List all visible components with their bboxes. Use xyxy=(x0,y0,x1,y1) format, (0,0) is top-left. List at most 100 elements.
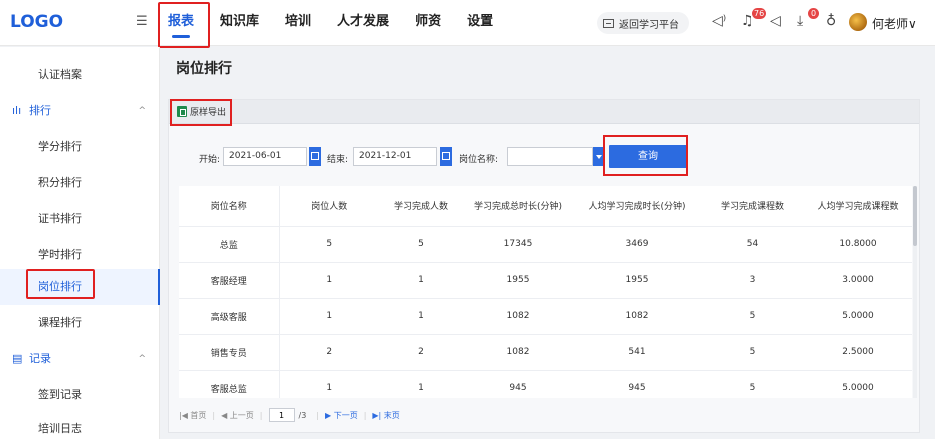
table-cell: 3469 xyxy=(573,226,701,263)
table-cell: 1 xyxy=(279,370,379,398)
download-icon[interactable]: ⤓ xyxy=(797,13,803,29)
table-cell: 2.5000 xyxy=(804,334,912,371)
sidebar-item-certificate-rank[interactable]: 证书排行 xyxy=(0,201,160,237)
table-cell: 10.8000 xyxy=(804,226,912,263)
table-cell: 5 xyxy=(701,370,804,398)
return-platform-button[interactable]: 返回学习平台 xyxy=(597,12,689,34)
table-cell: 5.0000 xyxy=(804,370,912,398)
column-header: 学习完成总时长(分钟) xyxy=(463,186,573,227)
toolbar: 原样导出 xyxy=(169,100,919,124)
table-row[interactable]: 销售专员 2 2 1082 541 5 2.5000 xyxy=(179,334,912,371)
sidebar: 认证档案 ılı 排行 ^ 学分排行 积分排行 证书排行 学时排行 岗位排行 课程… xyxy=(0,47,160,439)
sidebar-group-rank-label: 排行 xyxy=(29,104,51,117)
column-header: 岗位名称 xyxy=(179,186,280,227)
page-total: /3 xyxy=(298,410,307,420)
table-cell: 945 xyxy=(463,370,573,398)
sidebar-item-certification[interactable]: 认证档案 xyxy=(0,57,160,93)
table-cell: 1 xyxy=(379,298,463,335)
sidebar-item-hours-rank[interactable]: 学时排行 xyxy=(0,237,160,273)
pagination: |◀ 首页 | ◀ 上一页 | /3 | ▶ 下一页 | ▶| 末页 xyxy=(179,407,406,423)
table-cell: 高级客服 xyxy=(179,298,280,335)
pager-separator: | xyxy=(259,410,263,420)
table-cell: 54 xyxy=(701,226,804,263)
table-cell: 5 xyxy=(379,226,463,263)
column-header: 人均学习完成课程数 xyxy=(804,186,912,227)
avatar[interactable] xyxy=(849,13,867,31)
user-menu[interactable]: 何老师∨ xyxy=(872,15,917,32)
headset-icon[interactable]: ♁ xyxy=(826,13,836,29)
sidebar-item-course-rank[interactable]: 课程排行 xyxy=(0,305,160,341)
table-header-row: 岗位名称 岗位人数 学习完成人数 学习完成总时长(分钟) 人均学习完成时长(分钟… xyxy=(179,186,912,227)
nav-report[interactable]: 报表 xyxy=(168,0,194,46)
nav-teachers[interactable]: 师资 xyxy=(415,0,441,46)
prev-page-button[interactable]: ◀ 上一页 xyxy=(221,410,254,421)
sidebar-group-rank[interactable]: ılı 排行 ^ xyxy=(0,93,160,129)
page-title: 岗位排行 xyxy=(176,61,232,77)
sidebar-item-position-rank[interactable]: 岗位排行 xyxy=(0,269,160,305)
nav-talent[interactable]: 人才发展 xyxy=(337,0,389,46)
excel-icon xyxy=(177,106,187,117)
bar-chart-icon: ılı xyxy=(12,104,22,117)
nav-knowledge[interactable]: 知识库 xyxy=(220,0,259,46)
table-cell: 5 xyxy=(279,226,379,263)
column-header: 学习完成课程数 xyxy=(701,186,804,227)
table-cell: 总监 xyxy=(179,226,280,263)
report-panel: 原样导出 开始: 2021-06-01 结束: 2021-12-01 岗位名称:… xyxy=(168,99,920,433)
position-name-select[interactable] xyxy=(507,147,593,166)
table-cell: 2 xyxy=(279,334,379,371)
monitor-icon xyxy=(603,18,614,28)
table-cell: 541 xyxy=(573,334,701,371)
sidebar-group-record-label: 记录 xyxy=(29,352,51,365)
table-row[interactable]: 客服总监 1 1 945 945 5 5.0000 xyxy=(179,370,912,398)
scroll-thumb[interactable] xyxy=(913,186,917,246)
calendar-icon[interactable] xyxy=(309,147,321,166)
table-cell: 5 xyxy=(701,298,804,335)
sidebar-group-record[interactable]: ▤ 记录 ^ xyxy=(0,341,160,377)
table-cell: 945 xyxy=(573,370,701,398)
sidebar-item-training-log[interactable]: 培训日志 xyxy=(0,411,160,439)
calendar-icon[interactable] xyxy=(440,147,452,166)
record-icon: ▤ xyxy=(12,352,23,365)
chevron-up-icon: ^ xyxy=(138,106,146,116)
table-cell: 1 xyxy=(379,370,463,398)
next-page-button[interactable]: ▶ 下一页 xyxy=(325,410,358,421)
table-row[interactable]: 客服经理 1 1 1955 1955 3 3.0000 xyxy=(179,262,912,299)
end-date-label: 结束: xyxy=(327,155,349,165)
nav-training[interactable]: 培训 xyxy=(285,0,311,46)
table-row[interactable]: 高级客服 1 1 1082 1082 5 5.0000 xyxy=(179,298,912,335)
export-button[interactable]: 原样导出 xyxy=(177,105,226,118)
end-date-input[interactable]: 2021-12-01 xyxy=(353,147,437,166)
table-cell: 5 xyxy=(701,334,804,371)
top-nav: 报表 知识库 培训 人才发展 师资 设置 xyxy=(168,0,519,46)
table-cell: 3 xyxy=(701,262,804,299)
chevron-down-icon[interactable] xyxy=(593,147,604,166)
table-cell: 销售专员 xyxy=(179,334,280,371)
table-cell: 1955 xyxy=(573,262,701,299)
table-cell: 1082 xyxy=(573,298,701,335)
ranking-table: 岗位名称 岗位人数 学习完成人数 学习完成总时长(分钟) 人均学习完成时长(分钟… xyxy=(179,186,912,398)
table-row[interactable]: 总监 5 5 17345 3469 54 10.8000 xyxy=(179,226,912,263)
table-cell: 客服经理 xyxy=(179,262,280,299)
position-name-label: 岗位名称: xyxy=(459,155,499,165)
sidebar-item-checkin-record[interactable]: 签到记录 xyxy=(0,377,160,413)
page-number-input[interactable] xyxy=(268,408,295,422)
table-cell: 5.0000 xyxy=(804,298,912,335)
table-scrollbar[interactable] xyxy=(913,186,917,398)
table-cell: 1 xyxy=(279,262,379,299)
sidebar-item-points-rank[interactable]: 积分排行 xyxy=(0,165,160,201)
sidebar-item-credit-rank[interactable]: 学分排行 xyxy=(0,129,160,165)
query-button[interactable]: 查询 xyxy=(609,145,687,168)
start-date-input[interactable]: 2021-06-01 xyxy=(223,147,307,166)
menu-collapse-icon[interactable]: ☰ xyxy=(136,14,148,29)
send-icon[interactable]: ◁ xyxy=(770,13,781,29)
table-cell: 客服总监 xyxy=(179,370,280,398)
filter-bar: 开始: 2021-06-01 结束: 2021-12-01 岗位名称: 查询 xyxy=(169,124,919,188)
speaker-icon[interactable]: ◁⁾ xyxy=(712,13,726,29)
last-page-button[interactable]: ▶| 末页 xyxy=(372,410,399,421)
export-label: 原样导出 xyxy=(190,108,227,118)
chevron-up-icon: ^ xyxy=(138,354,146,364)
start-date-label: 开始: xyxy=(199,155,221,165)
first-page-button[interactable]: |◀ 首页 xyxy=(179,410,206,421)
table-cell: 2 xyxy=(379,334,463,371)
nav-settings[interactable]: 设置 xyxy=(467,0,493,46)
